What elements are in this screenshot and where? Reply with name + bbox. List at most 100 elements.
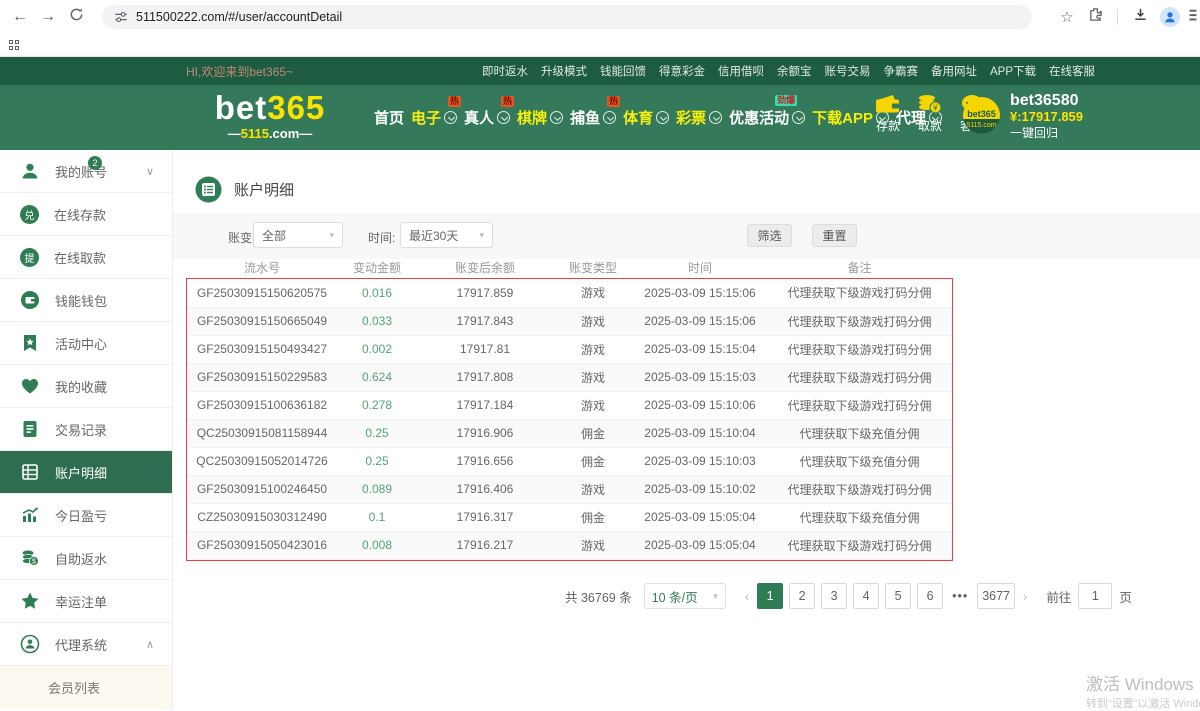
nav-sports[interactable]: 体育 xyxy=(623,107,669,128)
welcome-text: HI,欢迎来到bet365~ xyxy=(186,63,293,80)
reload-button[interactable] xyxy=(62,7,90,27)
account-detail-table: 流水号 变动金额 账变后余额 账变类型 时间 备注 GF250309151506… xyxy=(187,255,952,560)
withdraw-circle-icon: 提 xyxy=(20,248,39,267)
sidebar-item-my-account[interactable]: 我的账号 2 ∨ xyxy=(0,150,172,193)
page-button[interactable]: 3 xyxy=(821,583,847,609)
account-summary: bet36580 ¥:17917.859 一键回归 xyxy=(1010,93,1083,141)
link-credit-loan[interactable]: 信用借呗 xyxy=(718,63,764,79)
more-pages-icon[interactable]: ••• xyxy=(952,589,968,603)
hot-badge: 热 xyxy=(607,96,620,107)
col-change-type: 账变类型 xyxy=(553,255,633,279)
sidebar-item-online-deposit[interactable]: 兑 在线存款 xyxy=(0,193,172,236)
link-money-feedback[interactable]: 钱能回馈 xyxy=(600,63,646,79)
link-bonus[interactable]: 得意彩金 xyxy=(659,63,705,79)
withdraw-button[interactable]: ¥ 取款 xyxy=(914,94,946,134)
link-tournament[interactable]: 争霸赛 xyxy=(883,63,918,79)
sidebar-subitem-member-list[interactable]: 会员列表 xyxy=(0,666,172,709)
table-row: QC250309150520147260.2517916.656佣金2025-0… xyxy=(187,447,952,475)
page-button[interactable]: 4 xyxy=(853,583,879,609)
hot-badge: 热 xyxy=(501,96,514,107)
chevron-down-icon xyxy=(497,111,510,124)
sidebar-item-online-withdraw[interactable]: 提 在线取款 xyxy=(0,236,172,279)
link-online-service[interactable]: 在线客服 xyxy=(1049,63,1095,79)
sidebar-item-favorites[interactable]: 我的收藏 xyxy=(0,365,172,408)
site-info-icon xyxy=(114,10,128,24)
site-logo[interactable]: bet365 —5115.com— xyxy=(200,91,340,141)
forward-button[interactable]: → xyxy=(34,8,62,26)
per-page-select[interactable]: 10 条/页 ▾ xyxy=(644,583,726,609)
address-bar[interactable]: 511500222.com/#/user/accountDetail xyxy=(102,5,1032,29)
col-time: 时间 xyxy=(633,255,767,279)
sidebar-item-account-detail[interactable]: 账户明细 xyxy=(0,451,172,494)
table-row: CZ250309150303124900.117916.317佣金2025-03… xyxy=(187,503,952,531)
chevron-down-icon xyxy=(792,111,805,124)
chevron-down-icon xyxy=(550,111,563,124)
sidebar-item-wallet[interactable]: 钱能钱包 xyxy=(0,279,172,322)
back-button[interactable]: ← xyxy=(6,8,34,26)
balance: ¥:17917.859 xyxy=(1010,109,1083,125)
profile-avatar[interactable] xyxy=(1160,7,1180,27)
round-logo-badge[interactable]: bet365 5115.com xyxy=(963,97,1000,134)
link-instant-rebate[interactable]: 即时返水 xyxy=(482,63,528,79)
col-remark: 备注 xyxy=(767,255,952,279)
sidebar-item-activity-center[interactable]: 活动中心 xyxy=(0,322,172,365)
goto-label: 前往 xyxy=(1046,587,1071,606)
table-icon xyxy=(20,462,40,482)
extensions-icon[interactable] xyxy=(1081,7,1109,27)
page-button[interactable]: 1 xyxy=(757,583,783,609)
bookmark-star-icon[interactable]: ☆ xyxy=(1053,8,1081,26)
tab-groups-icon[interactable] xyxy=(9,40,19,50)
link-backup-url[interactable]: 备用网址 xyxy=(931,63,977,79)
one-key-recall[interactable]: 一键回归 xyxy=(1010,125,1083,141)
table-header-row: 流水号 变动金额 账变后余额 账变类型 时间 备注 xyxy=(187,255,952,279)
link-app-download[interactable]: APP下载 xyxy=(990,63,1036,79)
page-button[interactable]: 6 xyxy=(917,583,943,609)
coins-icon: ¥ xyxy=(917,94,943,114)
wallet-icon xyxy=(875,94,901,114)
link-yuebao[interactable]: 余额宝 xyxy=(777,63,812,79)
nav-chess[interactable]: 棋牌 xyxy=(517,107,563,128)
link-account-trade[interactable]: 账号交易 xyxy=(824,63,870,79)
goto-page-input[interactable]: 1 xyxy=(1078,583,1112,609)
page-button[interactable]: 3677 xyxy=(977,583,1015,609)
goto-suffix: 页 xyxy=(1119,587,1132,606)
nav-slots[interactable]: 电子热 xyxy=(411,107,457,128)
logo-365: 365 xyxy=(267,89,325,126)
sidebar-item-agent-system[interactable]: 代理系统 ∧ xyxy=(0,623,172,666)
sidebar-item-today-pnl[interactable]: 今日盈亏 xyxy=(0,494,172,537)
site-header: bet365 —5115.com— 首页 电子热 真人热 棋牌 捕鱼热 体育 彩… xyxy=(0,85,1200,150)
top-utility-bar: HI,欢迎来到bet365~ 即时返水 升级模式 钱能回馈 得意彩金 信用借呗 … xyxy=(0,57,1200,85)
chevron-down-icon xyxy=(709,111,722,124)
notification-badge: 2 xyxy=(88,156,102,170)
browser-chrome: ← → 511500222.com/#/user/accountDetail ☆ xyxy=(0,0,1200,57)
download-icon[interactable] xyxy=(1126,7,1154,27)
heart-icon xyxy=(20,376,40,396)
caret-down-icon: ▾ xyxy=(713,591,718,602)
sidebar-item-lucky-bets[interactable]: 幸运注单 xyxy=(0,580,172,623)
star-icon xyxy=(20,591,40,611)
reload-icon xyxy=(69,7,84,22)
filter-type-select[interactable]: 全部 ▾ xyxy=(253,222,343,248)
filter-time-select[interactable]: 最近30天 ▾ xyxy=(400,222,493,248)
sidebar-item-transaction-records[interactable]: 交易记录 xyxy=(0,408,172,451)
chevron-down-icon xyxy=(603,111,616,124)
page-button[interactable]: 2 xyxy=(789,583,815,609)
main-nav: 首页 电子热 真人热 棋牌 捕鱼热 体育 彩票 优惠活动劲爆 下载APP 代理 xyxy=(374,85,949,150)
reset-button[interactable]: 重置 xyxy=(812,224,857,247)
link-upgrade-mode[interactable]: 升级模式 xyxy=(541,63,587,79)
prev-page-button[interactable]: ‹ xyxy=(745,589,749,604)
nav-promotions[interactable]: 优惠活动劲爆 xyxy=(729,107,805,128)
windows-activation-watermark: 激活 Windows 转到“设置”以激活 Windows。 xyxy=(1086,670,1200,711)
nav-live[interactable]: 真人热 xyxy=(464,107,510,128)
page-button[interactable]: 5 xyxy=(885,583,911,609)
nav-home[interactable]: 首页 xyxy=(374,107,404,128)
svg-text:$: $ xyxy=(32,559,36,566)
next-page-button[interactable]: › xyxy=(1023,589,1027,604)
sidebar-item-self-rebate[interactable]: $ 自助返水 xyxy=(0,537,172,580)
nav-lottery[interactable]: 彩票 xyxy=(676,107,722,128)
browser-menu-icon[interactable] xyxy=(1186,8,1200,27)
nav-fishing[interactable]: 捕鱼热 xyxy=(570,107,616,128)
table-row: GF250309151506650490.03317917.843游戏2025-… xyxy=(187,307,952,335)
filter-button[interactable]: 筛选 xyxy=(747,224,792,247)
deposit-button[interactable]: 存款 xyxy=(872,94,904,134)
